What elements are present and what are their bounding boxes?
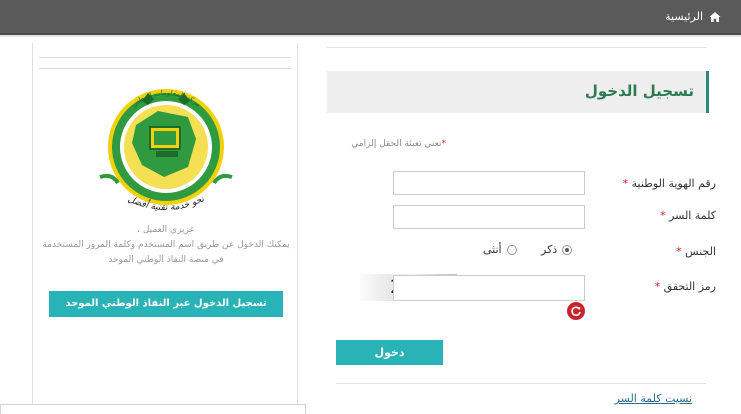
breadcrumb-home-label: الرئيسية [665,10,703,23]
forgot-password-link[interactable]: نسيت كلمة السر [615,392,692,405]
captcha-refresh-button[interactable] [567,302,585,320]
required-note: *تعني تعبئة الحقل إلزامي [351,139,446,149]
divider [39,68,291,69]
captcha-label: رمز التحقق * [655,280,716,293]
nafath-description-line1: يمكنك الدخول عن طريق اسم المستخدم وكلمة … [42,240,290,250]
captcha-label-text: رمز التحقق [663,280,716,293]
breadcrumb-home-link[interactable]: الرئيسية [665,10,721,23]
required-star: * [441,139,447,149]
nafath-login-button[interactable]: تسجيل الدخول عبر النفاذ الوطني الموحد [49,291,283,317]
female-radio[interactable] [506,244,517,255]
required-star: * [660,209,666,222]
captcha-input[interactable] [393,275,585,301]
divider [336,383,706,384]
required-star: * [622,177,629,190]
login-header: تسجيل الدخول [327,71,709,113]
nafath-description-line2: في منصة النفاذ الوطني الموحد [108,255,224,265]
required-star: * [676,245,682,258]
password-label-text: كلمة السر [669,209,716,222]
male-label: ذكر [541,243,558,256]
login-section: تسجيل الدخول *تعني تعبئة الحقل إلزامي رق… [327,37,741,414]
male-radio[interactable] [562,244,573,255]
nafath-greeting: عزيزي العميل ، [137,225,195,235]
top-navigation-bar: الرئيسية [0,0,741,35]
login-title: تسجيل الدخول [584,82,694,100]
female-label: أنثى [483,243,502,256]
national-id-label: رقم الهوية الوطنية * [623,177,716,190]
divider [39,57,291,58]
national-information-center-logo: مركز المعلومات الوطني نحو خدمة تقنية أفض… [99,89,233,213]
divider [327,47,707,48]
password-label: كلمة السر * [660,209,716,222]
national-id-label-text: رقم الهوية الوطنية [631,177,716,190]
page-content: تسجيل الدخول *تعني تعبئة الحقل إلزامي رق… [0,37,741,414]
required-star: * [654,280,661,293]
gender-option-female[interactable]: أنثى [483,243,517,256]
nafath-panel: مركز المعلومات الوطني نحو خدمة تقنية أفض… [32,43,298,414]
required-note-text: تعني تعبئة الحقل إلزامي [351,139,442,149]
bottom-popup-bar [0,404,306,414]
gender-option-male[interactable]: ذكر [541,243,573,256]
gender-label: الجنس * [676,245,716,258]
national-id-input[interactable] [393,171,585,195]
password-input[interactable] [393,205,585,229]
login-submit-button[interactable]: دخول [336,340,443,365]
home-icon [709,11,721,22]
refresh-icon [571,306,581,316]
gender-label-text: الجنس [685,245,716,258]
